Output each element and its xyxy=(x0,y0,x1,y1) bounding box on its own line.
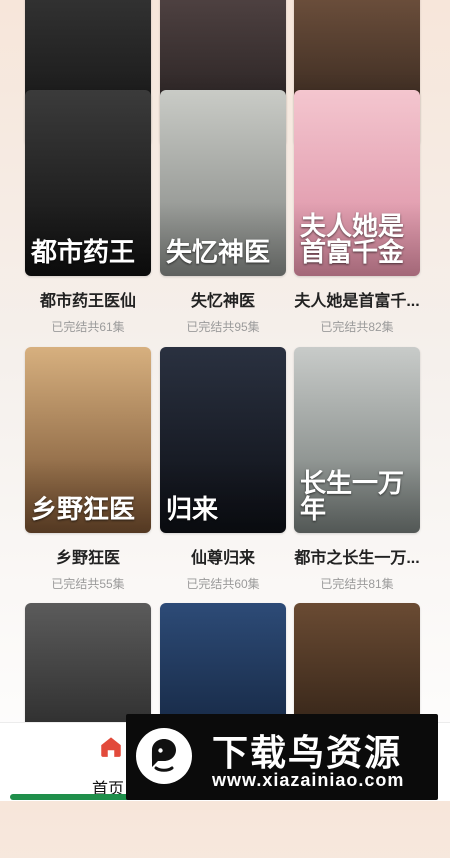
watermark: 下载鸟资源 www.xiazainiao.com xyxy=(126,714,438,800)
poster-image[interactable]: 乡野狂医 xyxy=(25,347,151,533)
drama-card[interactable]: 失忆神医 失忆神医 已完结共95集 xyxy=(160,90,286,335)
poster-image[interactable]: 归来 xyxy=(160,347,286,533)
poster-image[interactable]: 夫人她是首富千金 xyxy=(294,90,420,276)
drama-card[interactable]: 都市药王都市药王医仙 已完结共61集 xyxy=(25,90,151,335)
drama-card[interactable]: 夫人她是首富千金夫人她是首富千... 已完结共82集 xyxy=(294,90,420,335)
drama-episode-info: 已完结共55集 xyxy=(51,577,125,591)
drama-episode-info: 已完结共95集 xyxy=(186,320,260,334)
poster-image[interactable]: 失忆神医 xyxy=(160,90,286,276)
drama-title: 夫人她是首富千... xyxy=(294,293,420,310)
home-icon xyxy=(101,737,121,757)
drama-card[interactable]: 乡野狂医 乡野狂医 已完结共55集 xyxy=(25,347,151,592)
drama-row: 都市药王 都市药王医仙 已完结共61集 失忆神医 失忆神医 已完结共95集 夫人她是首富千金… xyxy=(0,90,450,345)
drama-title: 都市药王医仙 xyxy=(39,293,136,310)
drama-episode-info: 已完结共60集 xyxy=(186,577,260,591)
poster-title-text: 长生一万年 xyxy=(300,469,405,525)
poster-title-text: 夫人她是首富千金 xyxy=(300,212,405,268)
drama-episode-info: 已完结共81集 xyxy=(320,577,394,591)
drama-card[interactable]: 长生一万年都市之长生一万... 已完结共81集 xyxy=(294,347,420,592)
drama-episode-info: 已完结共61集 xyxy=(51,320,125,334)
poster-title-text: 都市药王 xyxy=(31,238,136,268)
poster-title-text: 归来 xyxy=(166,495,219,525)
drama-card[interactable]: 归来仙尊归来已完结共60集 xyxy=(160,347,286,592)
drama-row: 乡野狂医 乡野狂医 已完结共55集 归来 仙尊归来 已完结共60集 长生一万年 都市之长生一万… xyxy=(0,347,450,602)
watermark-logo-icon xyxy=(136,728,192,784)
poster-image[interactable]: 都市药王 xyxy=(25,90,151,276)
poster-title-text: 失忆神医 xyxy=(166,238,271,268)
drama-title: 都市之长生一万... xyxy=(294,550,420,567)
drama-title: 乡野狂医 xyxy=(55,550,120,567)
watermark-title: 下载鸟资源 xyxy=(212,732,403,773)
poster-image[interactable]: 长生一万年 xyxy=(294,347,420,533)
poster-title-text: 乡野狂医 xyxy=(31,495,136,525)
drama-title: 仙尊归来 xyxy=(190,550,255,567)
drama-episode-info: 已完结共82集 xyxy=(320,320,394,334)
watermark-url: www.xiazainiao.com xyxy=(212,770,405,790)
drama-title: 失忆神医 xyxy=(190,293,255,310)
